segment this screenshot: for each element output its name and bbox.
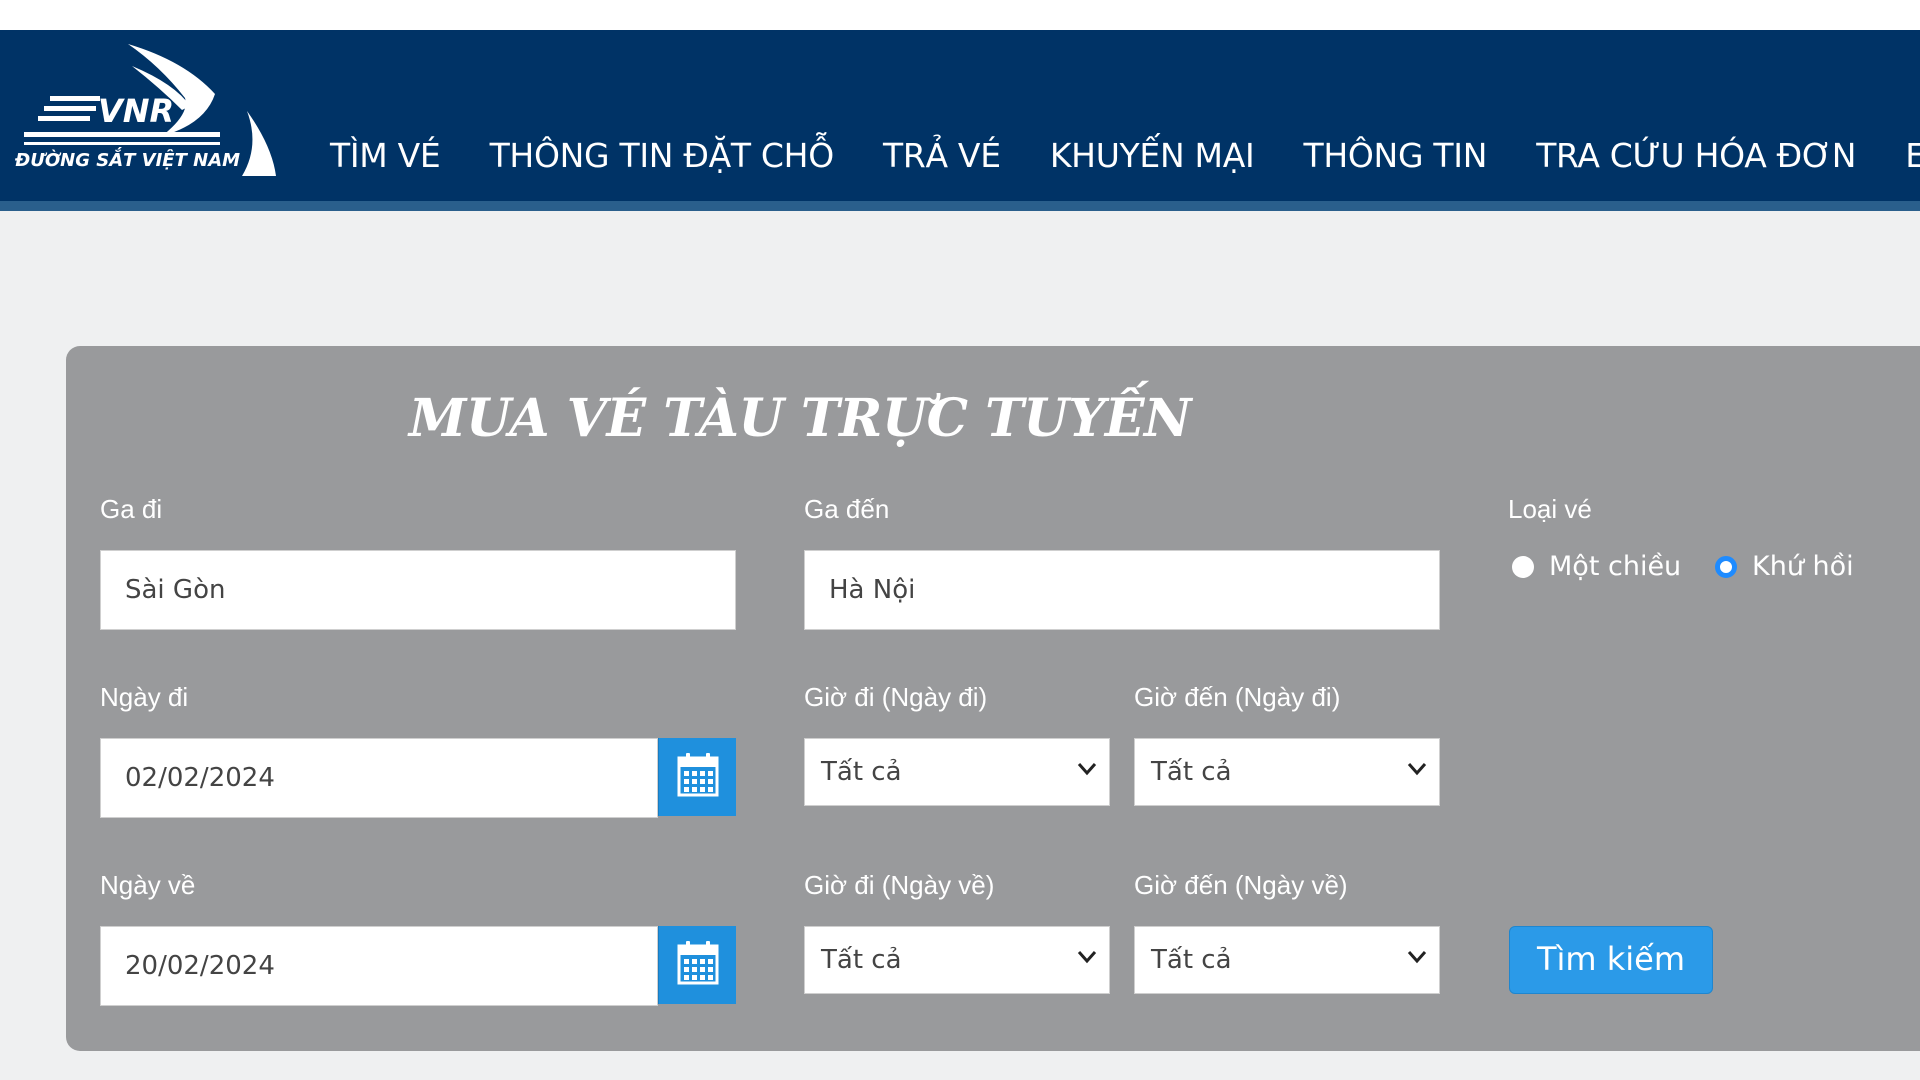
chevron-down-icon — [1407, 951, 1427, 964]
depart-arrive-value: Tất cả — [1151, 757, 1232, 787]
to-station-input[interactable]: Hà Nội — [804, 550, 1440, 630]
nav-thong-tin-dat-cho[interactable]: THÔNG TIN ĐẶT CHỖ — [490, 136, 835, 175]
return-time-value: Tất cả — [821, 945, 902, 975]
depart-arrive-label: Giờ đến (Ngày đi) — [1134, 682, 1341, 712]
calendar-icon — [677, 753, 719, 797]
chevron-down-icon — [1407, 763, 1427, 776]
depart-date-label: Ngày đi — [100, 682, 189, 712]
logo-subtitle: ĐƯỜNG SẮT VIỆT NAM — [14, 147, 240, 171]
nav-tra-cuu-hoa-don[interactable]: TRA CỨU HÓA ĐƠN — [1536, 136, 1856, 175]
to-label: Ga đến — [804, 494, 890, 524]
top-strip — [0, 0, 1920, 30]
logo-text: VNR — [98, 92, 174, 130]
from-label: Ga đi — [100, 494, 163, 524]
return-time-select[interactable]: Tất cả — [804, 926, 1110, 994]
chevron-down-icon — [1077, 763, 1097, 776]
radio-round-trip[interactable] — [1715, 556, 1737, 578]
return-arrive-value: Tất cả — [1151, 945, 1232, 975]
nav-language[interactable]: ENG — [1905, 136, 1920, 175]
nav-khuyen-mai[interactable]: KHUYẾN MẠI — [1050, 136, 1255, 175]
depart-calendar-button[interactable] — [658, 738, 736, 816]
panel-title: MUA VÉ TÀU TRỰC TUYẾN — [408, 388, 1192, 449]
depart-time-label: Giờ đi (Ngày đi) — [804, 682, 988, 712]
vnr-logo[interactable]: VNR ĐƯỜNG SẮT VIỆT NAM — [10, 36, 280, 186]
radio-round-trip-label[interactable]: Khứ hồi — [1752, 551, 1854, 582]
nav-thong-tin[interactable]: THÔNG TIN — [1304, 136, 1488, 175]
return-date-label: Ngày về — [100, 870, 196, 900]
navbar: VNR ĐƯỜNG SẮT VIỆT NAM TÌM VÉ THÔNG TIN … — [0, 30, 1920, 211]
chevron-down-icon — [1077, 951, 1097, 964]
ticket-search-panel: MUA VÉ TÀU TRỰC TUYẾN Ga đi Sài Gòn Ga đ… — [66, 346, 1920, 1051]
radio-one-way-label[interactable]: Một chiều — [1549, 551, 1681, 582]
return-arrive-label: Giờ đến (Ngày về) — [1134, 870, 1348, 900]
depart-time-value: Tất cả — [821, 757, 902, 787]
depart-time-select[interactable]: Tất cả — [804, 738, 1110, 806]
return-date-input[interactable]: 20/02/2024 — [100, 926, 658, 1006]
from-station-input[interactable]: Sài Gòn — [100, 550, 736, 630]
radio-one-way[interactable] — [1512, 556, 1534, 578]
return-time-label: Giờ đi (Ngày về) — [804, 870, 995, 900]
calendar-icon — [677, 941, 719, 985]
depart-arrive-select[interactable]: Tất cả — [1134, 738, 1440, 806]
nav-tim-ve[interactable]: TÌM VÉ — [330, 136, 441, 175]
return-calendar-button[interactable] — [658, 926, 736, 1004]
search-button[interactable]: Tìm kiếm — [1509, 926, 1713, 994]
return-arrive-select[interactable]: Tất cả — [1134, 926, 1440, 994]
depart-date-input[interactable]: 02/02/2024 — [100, 738, 658, 818]
main-nav: TÌM VÉ THÔNG TIN ĐẶT CHỖ TRẢ VÉ KHUYẾN M… — [330, 136, 1920, 175]
ticket-type-label: Loại vé — [1508, 494, 1592, 524]
nav-tra-ve[interactable]: TRẢ VÉ — [883, 136, 1001, 175]
